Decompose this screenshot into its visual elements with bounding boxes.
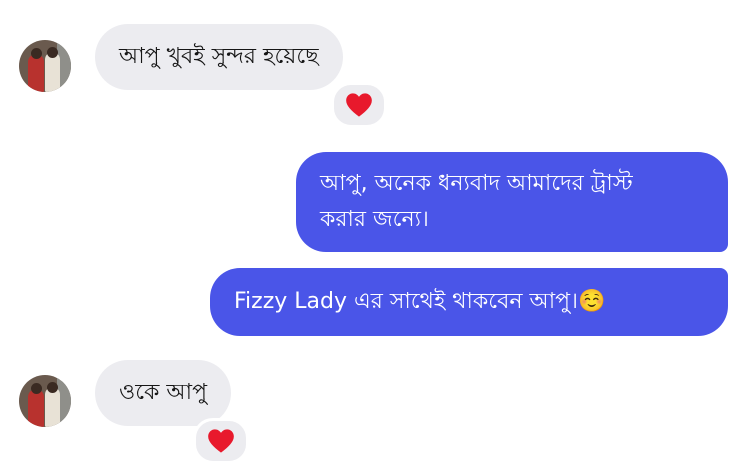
outgoing-message-bubble[interactable]: আপু, অনেক ধন্যবাদ আমাদের ট্রাস্ট করার জন… [296, 152, 728, 252]
heart-icon [208, 429, 234, 453]
message-reaction[interactable] [193, 418, 249, 464]
message-text: ওকে আপু [119, 380, 208, 405]
incoming-message-bubble[interactable]: আপু খুবই সুন্দর হয়েছে [95, 24, 343, 90]
heart-icon [346, 93, 372, 117]
contact-avatar[interactable] [19, 375, 71, 427]
outgoing-message-bubble[interactable]: Fizzy Lady এর সাথেই থাকবেন আপু।☺️ [210, 268, 728, 336]
chat-thread: আপু খুবই সুন্দর হয়েছে আপু, অনেক ধন্যবাদ… [0, 0, 739, 475]
contact-avatar[interactable] [19, 40, 71, 92]
message-text: আপু খুবই সুন্দর হয়েছে [119, 44, 319, 69]
message-text-line: করার জন্যে। [320, 207, 429, 232]
message-text: Fizzy Lady এর সাথেই থাকবেন আপু।☺️ [234, 289, 606, 314]
message-text-line: আপু, অনেক ধন্যবাদ আমাদের ট্রাস্ট [320, 171, 633, 196]
message-reaction[interactable] [331, 82, 387, 128]
incoming-message-bubble[interactable]: ওকে আপু [95, 360, 232, 426]
